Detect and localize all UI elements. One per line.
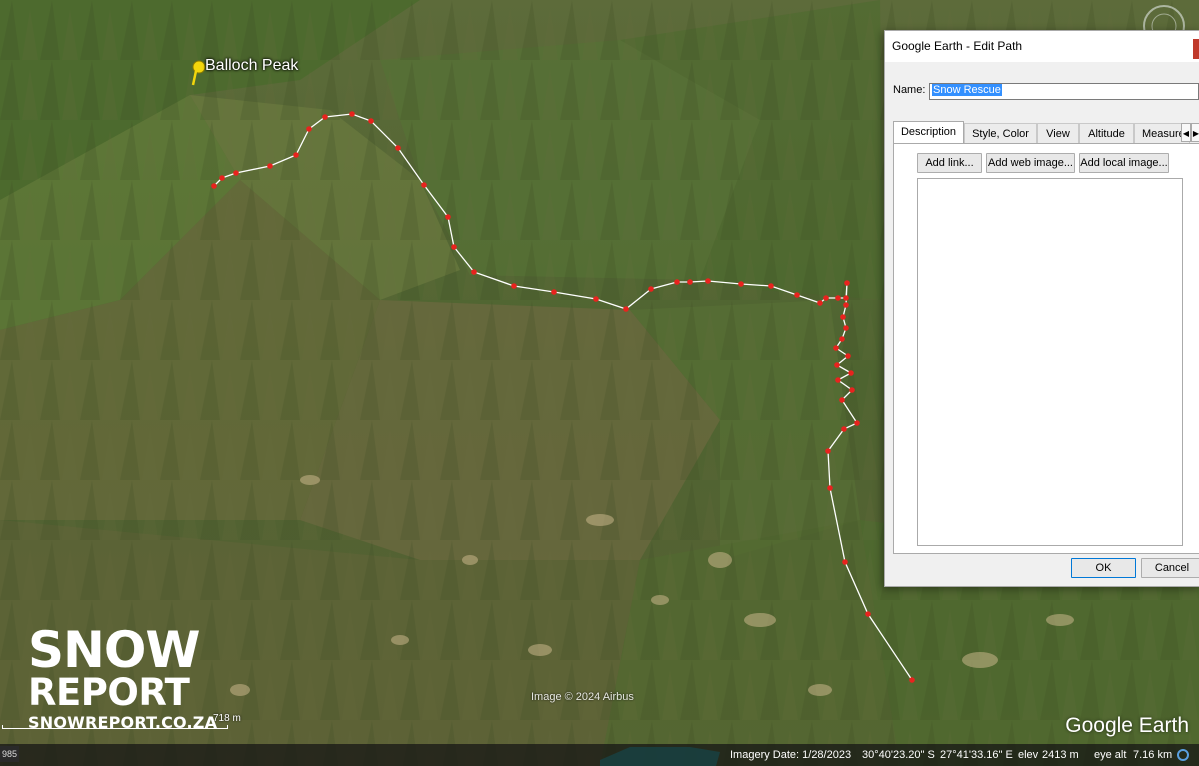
edit-path-dialog: Google Earth - Edit Path Name: Snow Resc… — [884, 30, 1199, 587]
route-vertex[interactable] — [817, 300, 823, 306]
route-vertex[interactable] — [839, 397, 845, 403]
tab-view[interactable]: View — [1037, 123, 1079, 143]
eye-alt-value: 7.16 km — [1133, 749, 1173, 761]
route-vertex[interactable] — [511, 283, 517, 289]
elevation-value: 2413 m — [1042, 749, 1079, 761]
route-vertex[interactable] — [211, 183, 217, 189]
cancel-button[interactable]: Cancel — [1141, 558, 1199, 578]
dialog-title-bar[interactable]: Google Earth - Edit Path — [885, 31, 1199, 62]
route-vertex[interactable] — [845, 353, 851, 359]
route-vertex[interactable] — [854, 420, 860, 426]
tab-altitude[interactable]: Altitude — [1079, 123, 1134, 143]
tab-scroll-left-icon[interactable]: ◀ — [1181, 123, 1191, 142]
route-vertex[interactable] — [551, 289, 557, 295]
route-vertex[interactable] — [395, 145, 401, 151]
route-vertex[interactable] — [623, 306, 629, 312]
route-vertex[interactable] — [445, 214, 451, 220]
name-value: Snow Rescue — [932, 84, 1002, 96]
route-vertex[interactable] — [705, 278, 711, 284]
placemark-pin-icon[interactable] — [190, 60, 206, 86]
watermark-line2: REPORT — [28, 671, 190, 714]
route-vertex[interactable] — [368, 118, 374, 124]
route-vertex[interactable] — [827, 485, 833, 491]
tab-description[interactable]: Description — [893, 121, 964, 144]
overview-label: 985 — [0, 746, 20, 762]
route-vertex[interactable] — [593, 296, 599, 302]
add-link-button[interactable]: Add link... — [917, 153, 982, 173]
add-web-image-button[interactable]: Add web image... — [986, 153, 1075, 173]
route-vertex[interactable] — [843, 302, 849, 308]
route-vertex[interactable] — [823, 295, 829, 301]
ok-button[interactable]: OK — [1071, 558, 1136, 578]
placemark-label[interactable]: Balloch Peak — [205, 57, 298, 75]
imagery-copyright: Image © 2024 Airbus — [531, 691, 634, 703]
route-vertex[interactable] — [835, 377, 841, 383]
name-input[interactable]: Snow Rescue — [929, 83, 1199, 100]
route-vertex[interactable] — [842, 559, 848, 565]
route-vertex[interactable] — [849, 387, 855, 393]
route-vertex[interactable] — [833, 345, 839, 351]
tab-scroll-right-icon[interactable]: ▶ — [1191, 123, 1199, 142]
latitude: 30°40'23.20" S — [862, 749, 935, 761]
watermark-line3: SNOWREPORT.CO.ZA — [28, 713, 218, 732]
route-vertex[interactable] — [306, 126, 312, 132]
loading-indicator-icon — [1177, 749, 1189, 761]
watermark-line1: SNOW — [28, 621, 201, 679]
add-local-image-button[interactable]: Add local image... — [1079, 153, 1169, 173]
route-vertex[interactable] — [219, 175, 225, 181]
dialog-title: Google Earth - Edit Path — [892, 39, 1023, 53]
route-vertex[interactable] — [794, 292, 800, 298]
tab-style-color[interactable]: Style, Color — [964, 123, 1037, 143]
description-textarea[interactable] — [917, 178, 1183, 546]
longitude: 27°41'33.16" E — [940, 749, 1013, 761]
tab-bar: Description Style, Color View Altitude M… — [893, 121, 1199, 144]
route-vertex[interactable] — [865, 611, 871, 617]
route-vertex[interactable] — [841, 426, 847, 432]
route-vertex[interactable] — [834, 362, 840, 368]
route-vertex[interactable] — [451, 244, 457, 250]
google-earth-logo: Google Earth — [1065, 714, 1189, 737]
route-vertex[interactable] — [835, 295, 841, 301]
close-button[interactable] — [1193, 39, 1199, 59]
route-vertex[interactable] — [768, 283, 774, 289]
elevation-label: elev — [1018, 749, 1039, 761]
route-vertex[interactable] — [909, 677, 915, 683]
route-vertex[interactable] — [267, 163, 273, 169]
route-vertex[interactable] — [648, 286, 654, 292]
route-vertex[interactable] — [687, 279, 693, 285]
route-vertex[interactable] — [293, 152, 299, 158]
route-vertex[interactable] — [421, 182, 427, 188]
status-bar: Imagery Date: 1/28/2023 30°40'23.20" S 2… — [0, 744, 1199, 766]
route-vertex[interactable] — [848, 370, 854, 376]
route-vertex[interactable] — [233, 170, 239, 176]
route-vertex[interactable] — [674, 279, 680, 285]
route-vertex[interactable] — [840, 314, 846, 320]
route-vertex[interactable] — [843, 325, 849, 331]
route-vertex[interactable] — [844, 280, 850, 286]
description-tab-pane: Add link... Add web image... Add local i… — [893, 143, 1199, 554]
route-vertex[interactable] — [825, 448, 831, 454]
route-vertex[interactable] — [471, 269, 477, 275]
route-vertex[interactable] — [349, 111, 355, 117]
snow-report-watermark: SNOW REPORT SNOWREPORT.CO.ZA — [28, 621, 218, 734]
route-vertex[interactable] — [738, 281, 744, 287]
route-vertex[interactable] — [322, 114, 328, 120]
eye-alt-label: eye alt — [1094, 749, 1127, 761]
imagery-date: Imagery Date: 1/28/2023 — [730, 749, 852, 761]
name-label: Name: — [893, 84, 926, 96]
route-vertex[interactable] — [839, 336, 845, 342]
route-vertex[interactable] — [843, 295, 849, 301]
